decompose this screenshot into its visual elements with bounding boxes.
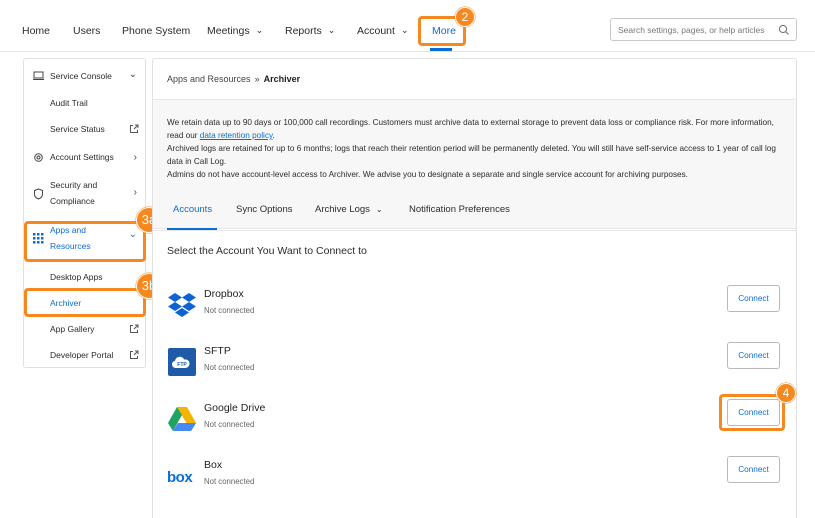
nav-account-label: Account: [357, 25, 395, 37]
callout-badge-2: 2: [455, 7, 475, 27]
tab-archive-logs-label: Archive Logs: [315, 204, 370, 215]
chevron-down-icon: ⌄: [255, 25, 264, 35]
breadcrumb: Apps and Resources» Archiver: [167, 74, 300, 84]
box-logo-icon: box: [167, 461, 197, 491]
account-status: Not connected: [204, 420, 255, 429]
sidebar-item-label: Developer Portal: [50, 350, 114, 360]
monitor-icon: [33, 71, 44, 83]
account-status: Not connected: [204, 363, 255, 372]
external-link-icon: [129, 124, 139, 136]
tab-accounts[interactable]: Accounts: [173, 204, 212, 215]
tab-notification-preferences[interactable]: Notification Preferences: [409, 204, 510, 215]
account-status: Not connected: [204, 306, 255, 315]
sidebar-item-label: Security and: [50, 180, 98, 190]
callout-highlight-archiver: [24, 288, 146, 317]
account-row-google-drive: Google Drive Not connected Connect: [167, 399, 782, 439]
nav-reports-label: Reports: [285, 25, 322, 37]
svg-text:FTP: FTP: [177, 362, 187, 368]
account-row-sftp: FTP SFTP Not connected Connect: [167, 342, 782, 382]
info-line-1-end: .: [272, 131, 275, 140]
nav-meetings-label: Meetings: [207, 25, 250, 37]
chevron-right-icon: ›: [133, 187, 137, 198]
info-line-3: Admins do not have account-level access …: [167, 170, 688, 179]
sidebar-item-label: Desktop Apps: [50, 272, 103, 282]
account-status: Not connected: [204, 477, 255, 486]
chevron-down-icon: ⌄: [400, 25, 409, 35]
account-row-dropbox: Dropbox Not connected Connect: [167, 285, 782, 325]
sidebar-item-account-settings[interactable]: Account Settings ›: [24, 152, 145, 166]
search-icon[interactable]: [778, 23, 790, 41]
search-placeholder: Search settings, pages, or help articles: [618, 25, 765, 35]
connect-dropbox-button[interactable]: Connect: [727, 285, 780, 312]
sidebar-item-service-status[interactable]: Service Status: [24, 124, 145, 138]
nav-phone-system[interactable]: Phone System: [122, 25, 190, 37]
section-title: Select the Account You Want to Connect t…: [167, 245, 367, 257]
sidebar-item-label: Service Console: [50, 71, 112, 81]
gear-icon: [33, 152, 44, 165]
account-name: Dropbox: [204, 288, 244, 300]
sidebar-item-security-compliance[interactable]: Security and Compliance ›: [24, 180, 145, 210]
sidebar-item-label: Service Status: [50, 124, 105, 134]
sidebar-item-label: Account Settings: [50, 152, 114, 162]
breadcrumb-parent[interactable]: Apps and Resources: [167, 74, 251, 84]
tab-bar: Accounts Sync Options Archive Logs ⌄ Noti…: [153, 189, 796, 231]
active-nav-indicator: [430, 48, 452, 51]
sidebar: Service Console ⌄ Audit Trail Service St…: [23, 58, 146, 368]
breadcrumb-separator: »: [254, 74, 260, 84]
nav-users[interactable]: Users: [73, 25, 100, 37]
nav-home[interactable]: Home: [22, 25, 50, 37]
info-line-2: Archived logs are retained for up to 6 m…: [167, 144, 776, 166]
nav-account[interactable]: Account ⌄: [357, 25, 409, 37]
account-name: SFTP: [204, 345, 231, 357]
callout-highlight-connect: [719, 394, 785, 431]
external-link-icon: [129, 324, 139, 336]
data-retention-policy-link[interactable]: data retention policy: [200, 131, 273, 140]
callout-highlight-apps-resources: [24, 221, 146, 262]
sidebar-item-desktop-apps[interactable]: Desktop Apps: [24, 272, 145, 286]
tab-archive-logs[interactable]: Archive Logs ⌄: [315, 204, 383, 215]
dropbox-logo-icon: [167, 290, 197, 320]
active-tab-indicator: [167, 228, 217, 230]
callout-badge-4: 4: [776, 383, 796, 403]
sidebar-item-label: App Gallery: [50, 324, 95, 334]
sftp-folder-icon: FTP: [167, 347, 197, 377]
sidebar-item-service-console[interactable]: Service Console ⌄: [24, 69, 145, 85]
account-name: Google Drive: [204, 402, 266, 414]
sidebar-item-app-gallery[interactable]: App Gallery: [24, 324, 145, 338]
breadcrumb-current: Archiver: [263, 74, 301, 84]
external-link-icon: [129, 350, 139, 362]
sidebar-item-audit-trail[interactable]: Audit Trail: [24, 98, 145, 112]
chevron-down-icon: ⌄: [128, 69, 137, 80]
sidebar-item-label-line2: Compliance: [50, 196, 95, 206]
connect-sftp-button[interactable]: Connect: [727, 342, 780, 369]
chevron-down-icon: ⌄: [375, 205, 383, 214]
shield-icon: [33, 188, 44, 202]
account-name: Box: [204, 459, 223, 471]
sidebar-item-label: Audit Trail: [50, 98, 88, 108]
chevron-right-icon: ›: [133, 152, 137, 163]
svg-text:box: box: [167, 469, 193, 486]
info-text: We retain data up to 90 days or 100,000 …: [167, 116, 782, 181]
chevron-down-icon: ⌄: [327, 25, 336, 35]
connect-box-button[interactable]: Connect: [727, 456, 780, 483]
nav-meetings[interactable]: Meetings ⌄: [207, 25, 263, 37]
tab-sync-options[interactable]: Sync Options: [236, 204, 293, 215]
search-input[interactable]: Search settings, pages, or help articles: [610, 18, 797, 41]
account-row-box: box Box Not connected Connect: [167, 456, 782, 496]
google-drive-logo-icon: [167, 404, 197, 434]
nav-reports[interactable]: Reports ⌄: [285, 25, 335, 37]
sidebar-item-developer-portal[interactable]: Developer Portal: [24, 350, 145, 364]
top-navigation: Home Users Phone System Meetings ⌄ Report…: [0, 0, 815, 52]
main-panel: Apps and Resources» Archiver We retain da…: [152, 58, 797, 518]
